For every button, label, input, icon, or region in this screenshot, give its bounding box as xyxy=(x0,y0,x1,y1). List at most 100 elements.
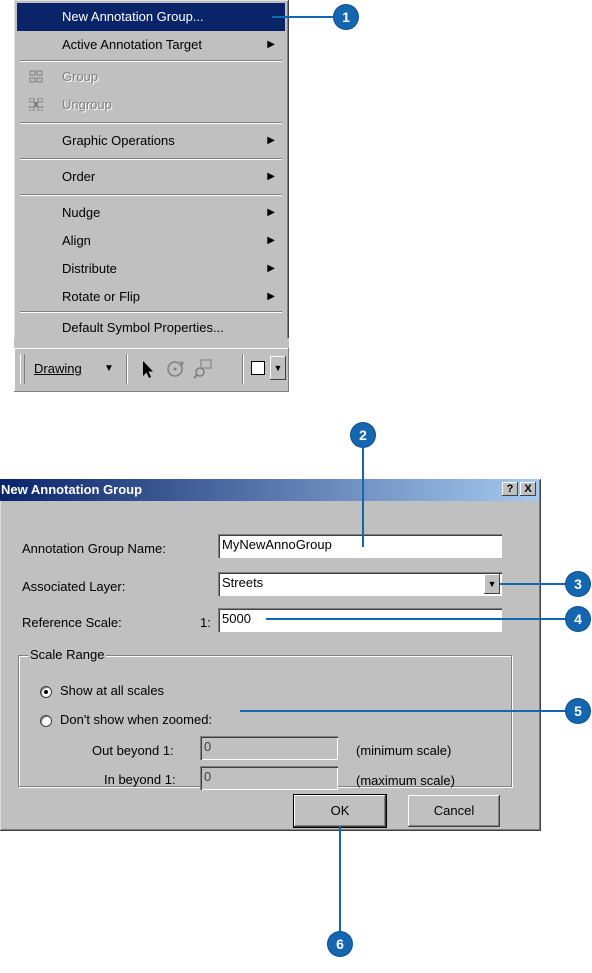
menu-item-label: Distribute xyxy=(62,261,117,276)
dont-show-when-zoomed-radio[interactable] xyxy=(40,715,52,727)
input-value: 0 xyxy=(204,739,212,754)
menu-separator xyxy=(20,158,282,160)
menu-item-label: New Annotation Group... xyxy=(62,9,204,24)
submenu-arrow-icon: ▶ xyxy=(267,235,275,246)
ungroup-icon xyxy=(29,98,43,111)
menu-item-align[interactable]: Align ▶ xyxy=(17,227,285,255)
menu-item-label: Nudge xyxy=(62,205,101,220)
menu-item-active-annotation-target[interactable]: Active Annotation Target ▶ xyxy=(17,31,285,59)
scale-range-title: Scale Range xyxy=(28,647,107,662)
menu-item-nudge[interactable]: Nudge ▶ xyxy=(17,199,285,227)
submenu-arrow-icon: ▶ xyxy=(267,171,275,182)
reference-scale-label: Reference Scale: xyxy=(22,615,122,630)
callout-leader-5 xyxy=(240,710,566,712)
menu-item-order[interactable]: Order ▶ xyxy=(17,163,285,191)
callout-2: 2 xyxy=(351,423,375,447)
menu-item-label: Graphic Operations xyxy=(62,133,175,148)
submenu-arrow-icon: ▶ xyxy=(267,207,275,218)
menu-item-label: Group xyxy=(62,69,99,84)
chevron-down-icon: ▼ xyxy=(487,579,497,589)
menu-item-rotate-or-flip[interactable]: Rotate or Flip ▶ xyxy=(17,283,285,311)
context-menu: New Annotation Group... Active Annotatio… xyxy=(14,0,289,345)
show-all-scales-label[interactable]: Show at all scales xyxy=(60,683,164,698)
input-value: 0 xyxy=(204,769,212,784)
in-beyond-label: In beyond 1: xyxy=(104,772,176,787)
drawing-menu-button[interactable]: Drawing ▼ xyxy=(28,354,120,384)
maximum-scale-note: (maximum scale) xyxy=(356,773,455,788)
callout-4: 4 xyxy=(566,607,590,631)
toolbar-separator xyxy=(242,354,244,384)
chevron-down-icon: ▼ xyxy=(104,363,114,374)
menu-separator xyxy=(20,60,282,62)
group-icon xyxy=(29,70,43,83)
menu-item-label: Active Annotation Target xyxy=(62,37,202,52)
chevron-down-icon: ▼ xyxy=(273,363,283,373)
dialog-titlebar[interactable]: New Annotation Group ? X xyxy=(0,479,539,501)
close-icon: X xyxy=(524,483,532,495)
dialog-title: New Annotation Group xyxy=(1,482,143,497)
menu-separator xyxy=(20,122,282,124)
callout-6: 6 xyxy=(328,932,352,956)
toolbar-grip[interactable] xyxy=(20,354,25,384)
menu-separator xyxy=(20,311,282,313)
input-value: 5000 xyxy=(222,611,251,626)
callout-leader-2 xyxy=(362,447,364,547)
help-icon: ? xyxy=(506,483,514,495)
ok-button[interactable]: OK xyxy=(293,794,387,828)
help-button[interactable]: ? xyxy=(502,482,518,496)
zoom-to-element-icon xyxy=(193,359,212,379)
callout-leader-1 xyxy=(272,16,334,18)
rectangle-icon xyxy=(251,361,265,375)
menu-item-graphic-operations[interactable]: Graphic Operations ▶ xyxy=(17,127,285,155)
callout-5: 5 xyxy=(566,699,590,723)
drawing-label: Drawing xyxy=(34,361,82,376)
close-button[interactable]: X xyxy=(520,482,536,496)
menu-item-label: Align xyxy=(62,233,91,248)
submenu-arrow-icon: ▶ xyxy=(267,291,275,302)
callout-3: 3 xyxy=(566,572,590,596)
dropdown-button[interactable]: ▼ xyxy=(484,574,500,594)
cancel-button[interactable]: Cancel xyxy=(408,795,500,827)
show-all-scales-radio[interactable] xyxy=(40,686,52,698)
menu-item-new-annotation-group[interactable]: New Annotation Group... xyxy=(17,3,285,31)
menu-item-ungroup[interactable]: Ungroup xyxy=(17,91,285,119)
associated-layer-select[interactable]: Streets ▼ xyxy=(218,572,502,596)
rectangle-dropdown-button[interactable]: ▼ xyxy=(270,356,286,380)
cancel-label: Cancel xyxy=(433,803,475,818)
callout-leader-4 xyxy=(266,618,566,620)
new-rectangle-button[interactable] xyxy=(248,358,268,378)
dont-show-when-zoomed-label[interactable]: Don't show when zoomed: xyxy=(60,712,212,727)
callout-leader-6 xyxy=(339,826,341,932)
annotation-group-name-input[interactable]: MyNewAnnoGroup xyxy=(218,534,502,558)
annotation-group-name-label: Annotation Group Name: xyxy=(22,541,166,556)
select-value: Streets xyxy=(222,575,264,590)
reference-scale-input[interactable]: 5000 xyxy=(218,608,502,632)
input-value: MyNewAnnoGroup xyxy=(222,537,332,552)
zoom-to-element-button[interactable] xyxy=(190,356,216,382)
menu-item-label: Ungroup xyxy=(62,97,112,112)
callout-leader-3 xyxy=(500,583,566,585)
toolbar-separator xyxy=(126,354,128,384)
menu-separator xyxy=(20,194,282,196)
reference-scale-prefix: 1: xyxy=(200,615,211,630)
in-beyond-input: 0 xyxy=(200,766,338,790)
menu-bottom-edge xyxy=(14,338,289,348)
menu-item-label: Order xyxy=(62,169,96,184)
callout-1: 1 xyxy=(334,5,358,29)
out-beyond-input: 0 xyxy=(200,736,338,760)
submenu-arrow-icon: ▶ xyxy=(267,263,275,274)
menu-item-distribute[interactable]: Distribute ▶ xyxy=(17,255,285,283)
menu-item-label: Rotate or Flip xyxy=(62,289,141,304)
ok-label: OK xyxy=(330,803,350,818)
submenu-arrow-icon: ▶ xyxy=(267,39,275,50)
rotate-icon xyxy=(167,361,185,377)
select-elements-button[interactable] xyxy=(134,356,160,382)
submenu-arrow-icon: ▶ xyxy=(267,135,275,146)
menu-item-group[interactable]: Group xyxy=(17,63,285,91)
select-arrow-icon xyxy=(143,361,153,378)
rotate-button[interactable] xyxy=(162,356,188,382)
drawing-toolbar: Drawing ▼ ▼ xyxy=(14,348,289,392)
associated-layer-label: Associated Layer: xyxy=(22,579,126,594)
minimum-scale-note: (minimum scale) xyxy=(356,743,452,758)
radio-selected-dot xyxy=(44,690,48,694)
